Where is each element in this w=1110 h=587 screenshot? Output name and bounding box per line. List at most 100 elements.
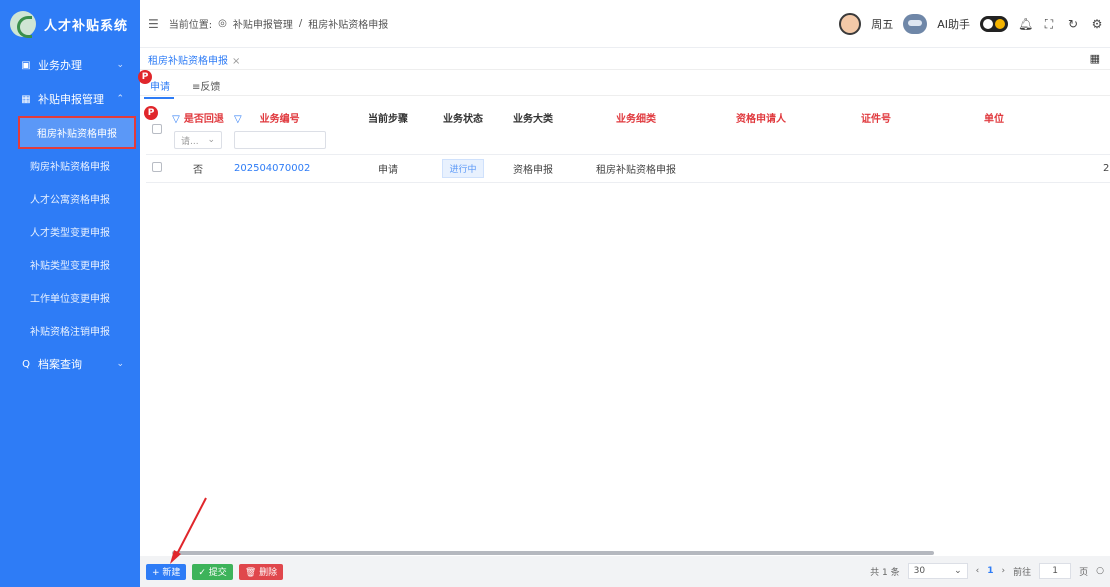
- tab-rent-subsidy[interactable]: 租房补贴资格申报 ×: [148, 52, 240, 67]
- goto-page-input[interactable]: 1: [1039, 563, 1072, 579]
- menu-group-archive[interactable]: Q 档案查询 ⌄: [0, 347, 140, 381]
- menu-group-label: 补贴申报管理: [38, 93, 104, 106]
- breadcrumb-separator: /: [298, 18, 303, 29]
- row-select-cell: [146, 154, 168, 183]
- returned-filter-select[interactable]: 请... ⌄: [174, 131, 222, 149]
- cell-extra: 2025-(: [1054, 154, 1110, 183]
- bell-icon[interactable]: 🔔︎: [1018, 17, 1033, 31]
- sidebar-item-rent-subsidy[interactable]: 租房补贴资格申报: [18, 116, 136, 149]
- page-size-select[interactable]: 30 ⌄: [907, 563, 968, 579]
- prev-page-icon[interactable]: ‹: [976, 566, 980, 576]
- logo-icon: [10, 11, 36, 38]
- header-extra: I: [1054, 102, 1110, 155]
- brand: 人才补贴系统: [0, 0, 140, 48]
- breadcrumb: 当前位置: ◎ 补贴申报管理 / 租房补贴资格申报: [169, 16, 388, 31]
- avatar[interactable]: [839, 13, 862, 35]
- chevron-down-icon: ⌄: [954, 566, 962, 576]
- page-unit-label: 页: [1079, 567, 1089, 578]
- select-all-checkbox[interactable]: [152, 124, 162, 134]
- biz-no-link[interactable]: 202504070002: [234, 163, 310, 174]
- row-checkbox[interactable]: [152, 161, 162, 172]
- location-label: 当前位置:: [168, 20, 213, 31]
- menu-group-label: 档案查询: [38, 358, 82, 371]
- theme-toggle[interactable]: [980, 16, 1008, 32]
- footer-toolbar: + 新建 ✓ 提交 🗑 删除 共 1 条 30 ⌄ ‹ 1 › 前往 1 页 ○: [140, 556, 1110, 587]
- breadcrumb-item[interactable]: 补贴申报管理: [233, 16, 293, 31]
- chevron-down-icon: ⌄: [116, 359, 124, 369]
- sidebar-item-apartment[interactable]: 人才公寓资格申报: [0, 182, 140, 215]
- submit-button[interactable]: ✓ 提交: [192, 563, 233, 580]
- delete-button[interactable]: 🗑 删除: [238, 563, 284, 580]
- pin-icon: P: [144, 106, 158, 120]
- tab-strip: 租房补贴资格申报 × ▦: [140, 48, 1110, 70]
- document-icon: ▣: [21, 59, 31, 71]
- new-button[interactable]: + 新建: [146, 563, 187, 580]
- sidebar-item-house-subsidy[interactable]: 购房补贴资格申报: [0, 149, 140, 182]
- grid-menu-icon: ▦: [21, 93, 31, 105]
- cell-applicant: [704, 154, 818, 183]
- header-step: 当前步骤: [348, 102, 428, 155]
- horizontal-scrollbar[interactable]: [172, 551, 934, 555]
- tab-feedback[interactable]: ≡反馈: [192, 78, 220, 93]
- tab-feedback-label: 反馈: [200, 82, 221, 93]
- top-actions: 周五 AI助手 🔔︎ ⛶ ↻ ⚙: [839, 0, 1104, 48]
- biz-no-filter-input[interactable]: [234, 131, 326, 149]
- sidebar-item-cancel[interactable]: 补贴资格注销申报: [0, 314, 140, 347]
- fullscreen-icon[interactable]: ⛶: [1042, 17, 1056, 32]
- search-icon: Q: [22, 358, 30, 370]
- header-label: 是否回退: [183, 114, 224, 125]
- filter-icon[interactable]: ▽: [234, 114, 242, 125]
- refresh-circle-icon[interactable]: ○: [1096, 566, 1104, 576]
- cell-status: 进行中: [428, 154, 498, 183]
- cell-step: 申请: [348, 154, 428, 183]
- cell-cert-no: [818, 154, 934, 183]
- current-page[interactable]: 1: [987, 566, 993, 576]
- sidebar-item-employer-change[interactable]: 工作单位变更申报: [0, 281, 140, 314]
- robot-icon[interactable]: [903, 14, 928, 34]
- menu-group-subsidy[interactable]: ▦ 补贴申报管理 ⌃: [0, 82, 140, 116]
- sub-tabs: P 申请 ≡反馈: [138, 70, 1110, 99]
- sidebar-item-talent-type-change[interactable]: 人才类型变更申报: [0, 215, 140, 248]
- header-status: 业务状态: [428, 102, 498, 155]
- cell-subcategory: 租房补贴资格申报: [568, 154, 704, 183]
- ai-assistant-label[interactable]: AI助手: [937, 16, 970, 32]
- header-biz-no: ▽ 业务编号: [228, 102, 348, 155]
- header-label: 业务编号: [259, 114, 300, 125]
- cell-biz-no: 202504070002: [228, 154, 348, 183]
- next-page-icon[interactable]: ›: [1002, 566, 1006, 576]
- select-placeholder: 请...: [181, 136, 199, 147]
- topbar: ☰ 当前位置: ◎ 补贴申报管理 / 租房补贴资格申报 周五 AI助手 🔔︎ ⛶…: [140, 0, 1110, 48]
- user-name[interactable]: 周五: [871, 16, 893, 32]
- collapse-menu-icon[interactable]: ☰: [148, 17, 159, 31]
- table-row[interactable]: 否 202504070002 申请 进行中 资格申报 租房补贴资格申报 2025…: [146, 154, 1110, 183]
- pagination: 共 1 条 30 ⌄ ‹ 1 › 前往 1 页 ○: [870, 563, 1104, 579]
- header-cert-no: 证件号: [818, 102, 934, 155]
- cell-returned: 否: [168, 154, 228, 183]
- menu-group-label: 业务办理: [38, 59, 82, 72]
- total-count: 共 1 条: [870, 567, 900, 578]
- table-header-row: ▽ 是否回退 请... ⌄ ▽ 业务编号 当前步骤 业务状态 业务大类 业务细类 资…: [146, 102, 1110, 155]
- header-subcategory: 业务细类: [568, 102, 704, 155]
- sidebar: 人才补贴系统 ▣ 业务办理 ⌄ ▦ 补贴申报管理 ⌃ 租房补贴资格申报 购房补贴…: [0, 0, 140, 587]
- menu-group-business[interactable]: ▣ 业务办理 ⌄: [0, 48, 140, 82]
- header-unit: 单位: [934, 102, 1054, 155]
- cell-category: 资格申报: [498, 154, 568, 183]
- page-size-value: 30: [913, 566, 926, 576]
- header-category: 业务大类: [498, 102, 568, 155]
- cell-unit: [934, 154, 1054, 183]
- chevron-down-icon: ⌄: [207, 135, 215, 145]
- data-table: P ▽ 是否回退 请... ⌄ ▽ 业务编号 当前步骤 业务状态 业务大类 业务…: [144, 102, 1110, 183]
- sidebar-item-subsidy-type-change[interactable]: 补贴类型变更申报: [0, 248, 140, 281]
- refresh-icon[interactable]: ↻: [1066, 17, 1080, 31]
- filter-icon[interactable]: ▽: [172, 114, 180, 125]
- grid-icon[interactable]: ▦: [1090, 52, 1100, 65]
- goto-label: 前往: [1013, 567, 1032, 578]
- close-icon[interactable]: ×: [232, 56, 240, 67]
- gear-icon[interactable]: ⚙: [1090, 17, 1104, 31]
- header-applicant: 资格申请人: [704, 102, 818, 155]
- app-title: 人才补贴系统: [44, 18, 129, 34]
- location-pin-icon: ◎: [218, 18, 227, 29]
- tab-label: 租房补贴资格申报: [148, 56, 228, 67]
- tab-apply[interactable]: 申请: [144, 78, 174, 99]
- header-returned: ▽ 是否回退 请... ⌄: [168, 102, 228, 155]
